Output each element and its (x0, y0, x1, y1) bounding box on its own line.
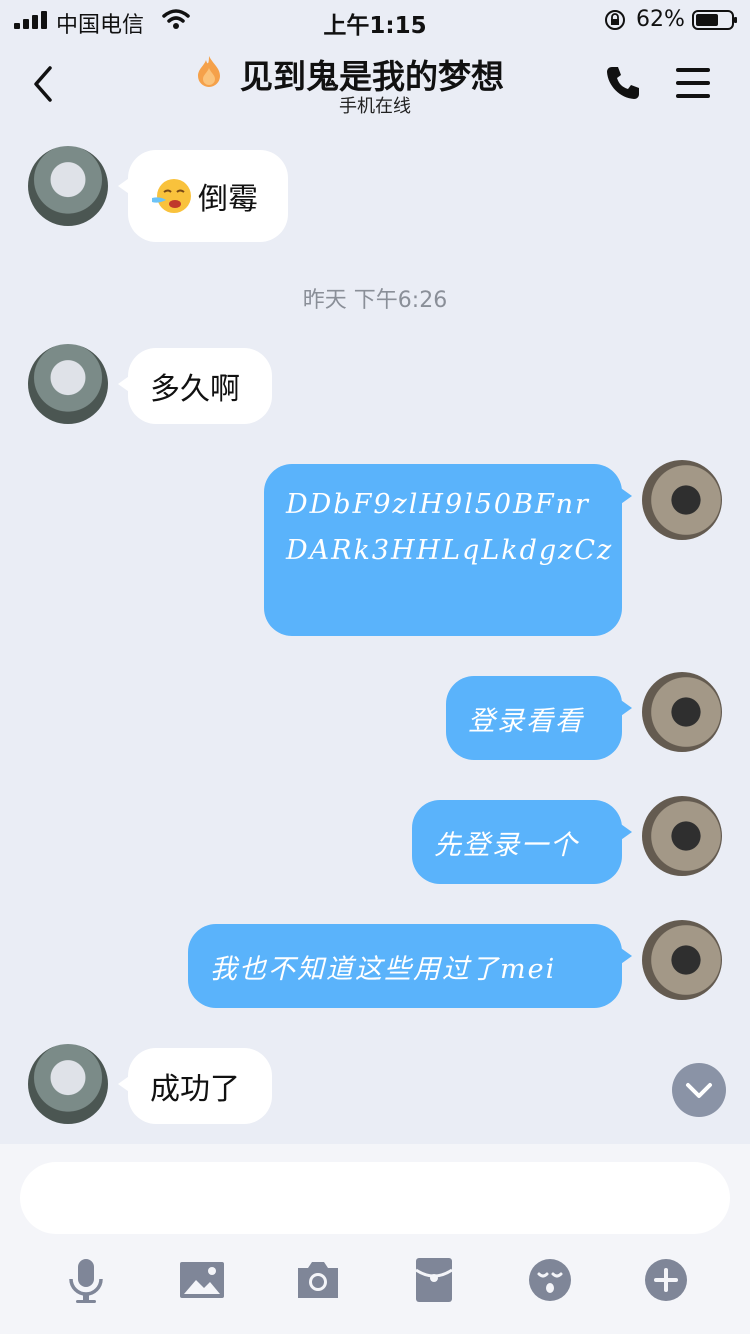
plus-icon[interactable] (642, 1256, 690, 1304)
time-divider: 昨天 下午6:26 (302, 288, 448, 313)
crying-emoji-icon (152, 179, 191, 213)
my-avatar[interactable] (642, 672, 722, 752)
flame-icon (198, 56, 220, 87)
message-text: 先登录一个 (434, 829, 579, 861)
my-avatar[interactable] (642, 460, 722, 540)
camera-icon[interactable] (294, 1256, 342, 1304)
scroll-to-bottom-button[interactable] (672, 1063, 726, 1117)
red-packet-icon[interactable] (410, 1256, 458, 1304)
orientation-lock-icon (605, 10, 625, 30)
my-avatar[interactable] (642, 796, 722, 876)
message-text: 成功了 (150, 1072, 240, 1107)
outgoing-message[interactable]: DDbF9zlH9l50BFnr DARk3HHLqLkdgzCz (264, 464, 632, 636)
contact-avatar[interactable] (28, 1044, 108, 1124)
microphone-icon[interactable] (62, 1256, 110, 1304)
incoming-message[interactable]: 倒霉 (118, 150, 288, 242)
contact-avatar[interactable] (28, 344, 108, 424)
outgoing-message[interactable]: 先登录一个 (412, 800, 632, 884)
message-text: 多久啊 (150, 372, 240, 407)
message-text: 倒霉 (198, 182, 258, 217)
message-text-line: DARk3HHLqLkdgzCz (286, 535, 614, 566)
image-icon[interactable] (178, 1256, 226, 1304)
chat-header: 见到鬼是我的梦想 手机在线 (0, 40, 750, 130)
incoming-message[interactable]: 成功了 (118, 1048, 272, 1124)
incoming-message[interactable]: 多久啊 (118, 348, 272, 424)
composer (0, 1144, 750, 1334)
battery-percent: 62% (636, 7, 685, 32)
message-input[interactable] (20, 1162, 730, 1234)
message-text: 登录看看 (468, 705, 584, 737)
outgoing-message[interactable]: 登录看看 (446, 676, 632, 760)
menu-icon[interactable] (674, 66, 712, 100)
phone-icon[interactable] (604, 64, 642, 102)
battery-icon (692, 10, 737, 30)
status-bar: 中国电信 上午1:15 62% (0, 0, 750, 40)
message-text-line: DDbF9zlH9l50BFnr (286, 489, 590, 520)
emoji-icon[interactable] (526, 1256, 574, 1304)
chevron-down-icon (686, 1083, 712, 1098)
outgoing-message[interactable]: 我也不知道这些用过了mei (188, 924, 632, 1008)
contact-name[interactable]: 见到鬼是我的梦想 (240, 50, 504, 98)
message-text: 我也不知道这些用过了mei (210, 953, 557, 985)
my-avatar[interactable] (642, 920, 722, 1000)
contact-avatar[interactable] (28, 146, 108, 226)
